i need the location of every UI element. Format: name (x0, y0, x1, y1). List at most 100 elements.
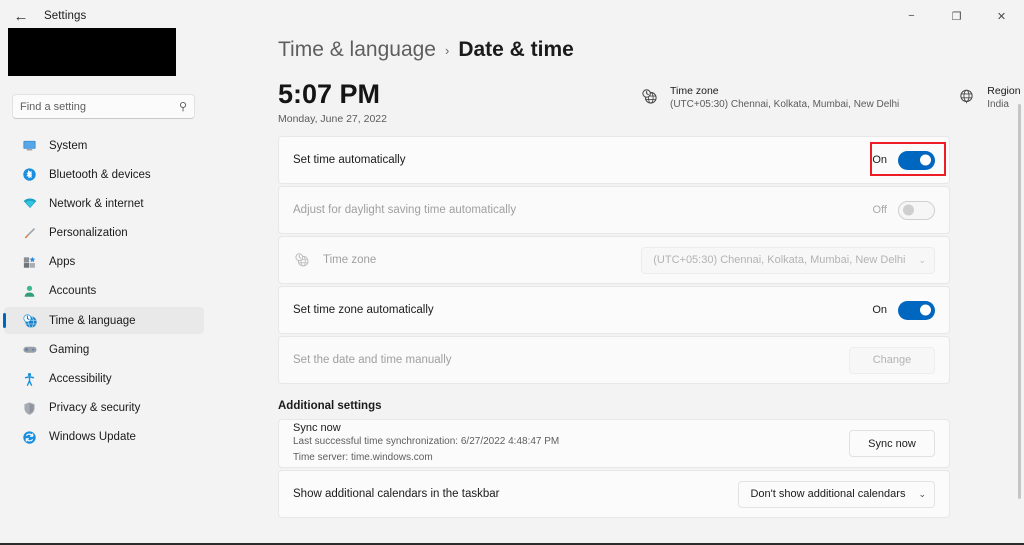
clock-globe-icon (21, 312, 38, 329)
user-profile-redacted (8, 28, 176, 76)
daylight-saving-toggle (898, 200, 935, 220)
page-title: Date & time (458, 38, 574, 61)
sidebar-item-label: Windows Update (49, 431, 136, 444)
breadcrumb-parent[interactable]: Time & language (278, 38, 436, 62)
row-sync-now[interactable]: Sync now Last successful time synchroniz… (278, 419, 950, 468)
timezone-summary: Time zone (UTC+05:30) Chennai, Kolkata, … (640, 84, 899, 112)
globe-icon (957, 87, 976, 106)
breadcrumb: Time & language › Date & time (278, 38, 574, 62)
row-label: Time zone (323, 254, 377, 266)
region-summary: Region India (957, 84, 1021, 112)
minimize-button[interactable]: − (889, 0, 934, 32)
sidebar-item-label: Network & internet (49, 197, 144, 210)
maximize-icon: ❐ (951, 10, 962, 23)
toggle-knob (920, 154, 931, 166)
sidebar-item-label: Apps (49, 256, 76, 269)
clock-globe-icon (293, 251, 311, 269)
row-set-time-automatically[interactable]: Set time automatically On (278, 136, 950, 184)
toggle-knob (903, 204, 914, 216)
timezone-value: (UTC+05:30) Chennai, Kolkata, Mumbai, Ne… (670, 99, 900, 111)
sync-title: Sync now (293, 422, 341, 435)
window-title: Settings (44, 10, 87, 22)
toggle-state-label: On (872, 304, 887, 316)
person-icon (21, 283, 38, 300)
toggle-knob (920, 304, 931, 316)
accessibility-icon (21, 371, 38, 388)
back-arrow-icon: ← (13, 7, 29, 25)
sidebar-item-label: Accounts (49, 285, 97, 298)
info-summary: Time zone (UTC+05:30) Chennai, Kolkata, … (640, 84, 1021, 112)
sync-now-button-label: Sync now (868, 437, 916, 450)
current-date: Monday, June 27, 2022 (278, 113, 387, 126)
additional-settings-header: Additional settings (278, 400, 382, 412)
additional-calendars-value: Don't show additional calendars (750, 488, 906, 500)
region-label: Region (987, 85, 1021, 97)
timezone-label: Time zone (670, 85, 719, 97)
sidebar-item-apps[interactable]: Apps (4, 249, 204, 276)
sidebar-nav: System Bluetooth & devices Network & int… (3, 132, 204, 453)
bluetooth-icon (21, 166, 38, 183)
paintbrush-icon (21, 225, 38, 242)
sidebar-item-label: Privacy & security (49, 402, 141, 415)
change-button-label: Change (872, 354, 912, 366)
row-daylight-saving: Adjust for daylight saving time automati… (278, 186, 950, 234)
chevron-down-icon: ⌄ (918, 488, 926, 499)
close-button[interactable]: ✕ (979, 0, 1024, 32)
toggle-group: On (872, 150, 935, 170)
sidebar: ⚲ System (0, 28, 210, 543)
row-set-time-zone-automatically[interactable]: Set time zone automatically On (278, 286, 950, 334)
window-controls: − ❐ ✕ (889, 0, 1024, 32)
shield-icon (21, 400, 38, 417)
close-icon: ✕ (996, 10, 1007, 23)
sidebar-item-network-internet[interactable]: Network & internet (4, 190, 204, 217)
sidebar-item-time-language[interactable]: Time & language (3, 307, 204, 335)
sidebar-item-gaming[interactable]: Gaming (4, 336, 204, 363)
sidebar-item-accounts[interactable]: Accounts (4, 278, 204, 305)
change-button: Change (849, 346, 935, 374)
minimize-icon: − (908, 10, 915, 22)
gamepad-icon (21, 341, 38, 358)
row-label: Show additional calendars in the taskbar (293, 488, 500, 500)
row-label: Set the date and time manually (293, 354, 452, 366)
sidebar-item-privacy-security[interactable]: Privacy & security (4, 395, 204, 422)
update-sync-icon (21, 429, 38, 446)
toggle-group: On (872, 300, 935, 320)
sidebar-item-label: Time & language (49, 314, 136, 327)
search-icon: ⚲ (178, 101, 187, 113)
sync-text-block: Sync now Last successful time synchroniz… (293, 422, 559, 464)
sidebar-item-label: Accessibility (49, 373, 112, 385)
toggle-state-label: Off (872, 204, 887, 216)
maximize-button[interactable]: ❐ (934, 0, 979, 32)
chevron-right-icon: › (444, 42, 450, 58)
set-time-automatically-toggle[interactable] (898, 150, 935, 170)
sync-last-time: Last successful time synchronization: 6/… (293, 436, 560, 448)
sidebar-item-bluetooth-devices[interactable]: Bluetooth & devices (4, 161, 204, 188)
set-time-zone-automatically-toggle[interactable] (898, 300, 935, 320)
search-input[interactable] (20, 100, 179, 113)
sidebar-item-label: Bluetooth & devices (49, 168, 151, 181)
row-time-zone: Time zone (UTC+05:30) Chennai, Kolkata, … (278, 236, 950, 284)
region-value: India (987, 99, 1009, 111)
sync-now-button[interactable]: Sync now (849, 430, 935, 457)
monitor-icon (21, 137, 38, 154)
row-label: Set time zone automatically (293, 304, 434, 316)
row-set-date-time-manually: Set the date and time manually Change (278, 336, 950, 384)
sidebar-item-windows-update[interactable]: Windows Update (4, 424, 204, 451)
wifi-icon (21, 195, 38, 212)
settings-window: ← Settings − ❐ ✕ ⚲ (0, 0, 1024, 545)
time-zone-dropdown-value: (UTC+05:30) Chennai, Kolkata, Mumbai, Ne… (653, 254, 906, 266)
sidebar-item-personalization[interactable]: Personalization (4, 220, 204, 247)
back-button[interactable]: ← (4, 1, 38, 31)
toggle-state-label: On (872, 154, 887, 166)
search-box[interactable]: ⚲ (12, 94, 195, 119)
sidebar-item-system[interactable]: System (4, 132, 204, 159)
time-zone-dropdown: (UTC+05:30) Chennai, Kolkata, Mumbai, Ne… (641, 246, 935, 274)
sidebar-item-label: Personalization (49, 227, 128, 240)
apps-icon (21, 254, 38, 271)
sidebar-item-accessibility[interactable]: Accessibility (4, 366, 204, 393)
content-scrollbar[interactable] (1018, 104, 1021, 499)
toggle-group: Off (872, 200, 935, 220)
additional-calendars-dropdown[interactable]: Don't show additional calendars ⌄ (738, 480, 935, 508)
row-additional-calendars[interactable]: Show additional calendars in the taskbar… (278, 470, 950, 518)
sync-time-server: Time server: time.windows.com (293, 451, 433, 463)
